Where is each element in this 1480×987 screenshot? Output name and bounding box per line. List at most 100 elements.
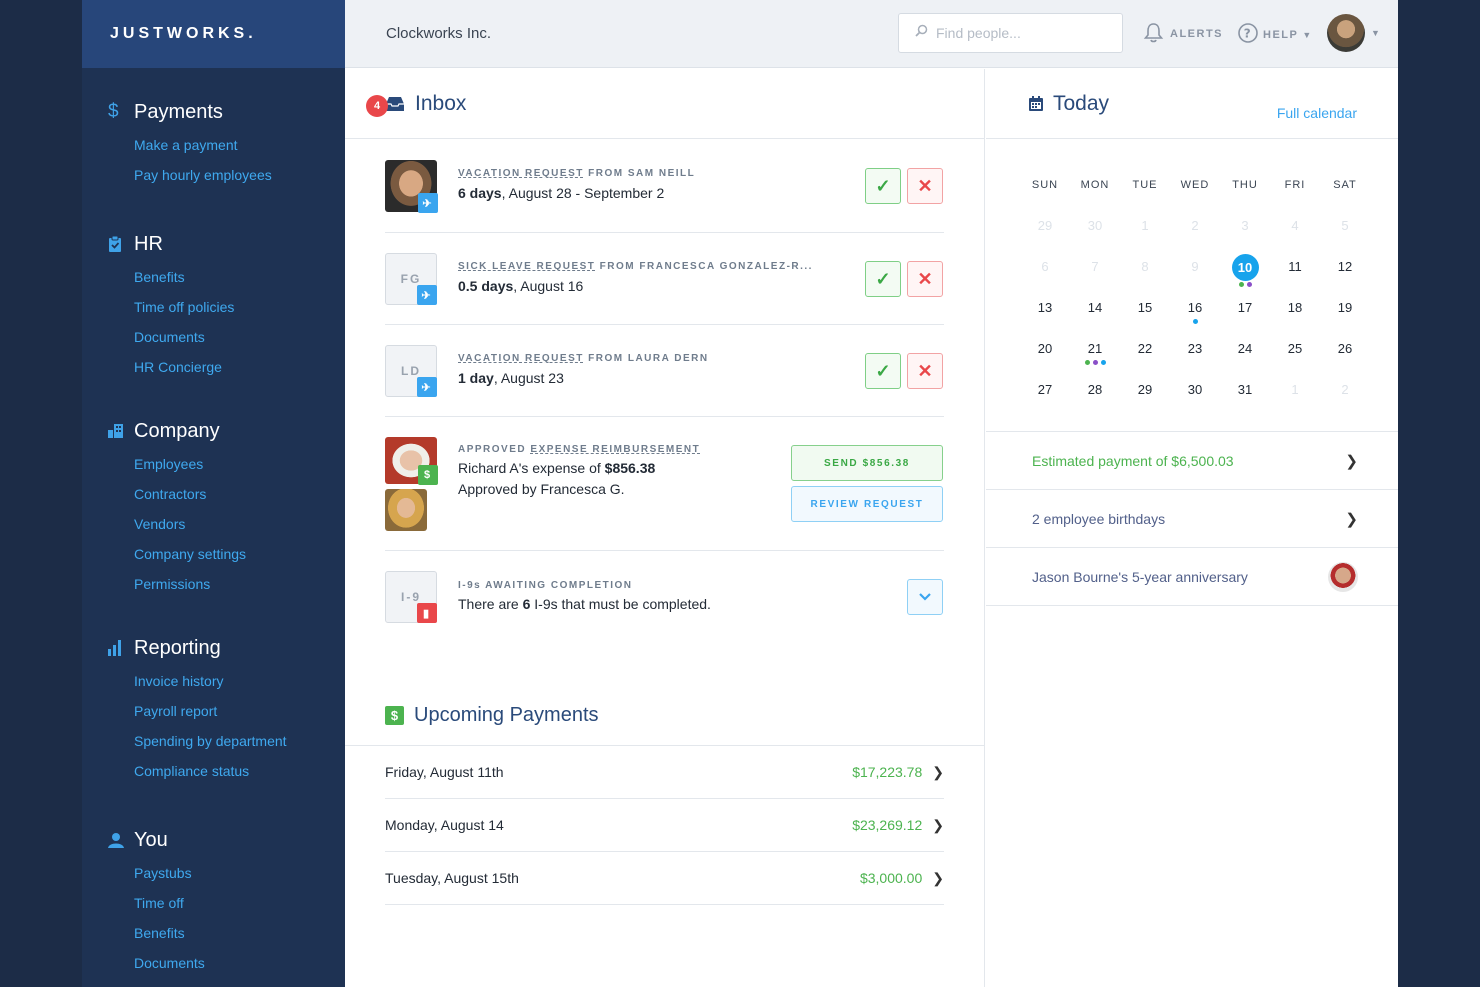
sidebar-item-compliance-status[interactable]: Compliance status [134, 756, 345, 786]
calendar-day[interactable]: 11 [1270, 255, 1320, 296]
calendar-day[interactable]: 20 [1020, 337, 1070, 378]
sidebar-item-company-settings[interactable]: Company settings [134, 539, 345, 569]
calendar-day[interactable]: 27 [1020, 378, 1070, 419]
search-input[interactable] [936, 25, 1106, 41]
calendar-day[interactable]: 2 [1170, 214, 1220, 255]
justworks-logo[interactable]: JUSTWORKS. [82, 0, 345, 68]
calendar-day[interactable]: 8 [1120, 255, 1170, 296]
inbox-item-vacation-request[interactable]: LD ✈ VACATION REQUEST FROM LAURA DERN 1 … [385, 325, 944, 417]
approve-button[interactable]: ✓ [865, 261, 901, 297]
inbox-item-vacation-request[interactable]: ✈ VACATION REQUEST FROM SAM NEILL 6 days… [385, 140, 944, 233]
alerts-button[interactable]: ALERTS [1143, 22, 1223, 46]
calendar-day[interactable]: 24 [1220, 337, 1270, 378]
request-title[interactable]: VACATION REQUEST FROM SAM NEILL [458, 168, 695, 179]
calendar-day[interactable]: 31 [1220, 378, 1270, 419]
event-birthdays[interactable]: 2 employee birthdays ❯ [986, 490, 1398, 548]
event-anniversary[interactable]: Jason Bourne's 5-year anniversary [986, 548, 1398, 606]
sidebar-section-header[interactable]: Company [108, 417, 345, 445]
calendar-day[interactable]: 16 [1170, 296, 1220, 337]
calendar-day[interactable]: 21 [1070, 337, 1120, 378]
request-type-link[interactable]: VACATION REQUEST [458, 353, 584, 364]
full-calendar-link[interactable]: Full calendar [1277, 105, 1357, 121]
calendar-day[interactable]: 15 [1120, 296, 1170, 337]
calendar-day[interactable]: 12 [1320, 255, 1370, 296]
sidebar-item-vendors[interactable]: Vendors [134, 509, 345, 539]
sidebar-item-time-off[interactable]: Time off [134, 888, 345, 918]
request-type-link[interactable]: SICK LEAVE REQUEST [458, 261, 595, 272]
expand-button[interactable] [907, 579, 943, 615]
calendar-day[interactable]: 30 [1170, 378, 1220, 419]
sidebar-item-pay-hourly-employees[interactable]: Pay hourly employees [134, 160, 345, 190]
calendar-day[interactable]: 26 [1320, 337, 1370, 378]
sidebar-item-paystubs[interactable]: Paystubs [134, 858, 345, 888]
calendar-day[interactable]: 9 [1170, 255, 1220, 296]
calendar-day[interactable]: 5 [1320, 214, 1370, 255]
sidebar-item-benefits[interactable]: Benefits [134, 918, 345, 948]
request-type-link[interactable]: EXPENSE REIMBURSEMENT [530, 444, 700, 455]
help-button[interactable]: ? HELP ▼ [1237, 22, 1313, 47]
sidebar-item-documents[interactable]: Documents [134, 322, 345, 352]
sidebar-item-spending-by-department[interactable]: Spending by department [134, 726, 345, 756]
request-type-link[interactable]: VACATION REQUEST [458, 168, 584, 179]
avatar: $ [385, 437, 438, 485]
approve-button[interactable]: ✓ [865, 168, 901, 204]
sidebar-section-header[interactable]: HR [108, 230, 345, 258]
calendar-day[interactable]: 1 [1120, 214, 1170, 255]
approve-button[interactable]: ✓ [865, 353, 901, 389]
inbox-item-expense-reimbursement[interactable]: $ APPROVED EXPENSE REIMBURSEMENT Richard… [385, 417, 944, 551]
sidebar-item-employees[interactable]: Employees [134, 449, 345, 479]
sidebar-section-header[interactable]: You [108, 826, 345, 854]
sidebar-item-payroll-report[interactable]: Payroll report [134, 696, 345, 726]
event-estimated-payment[interactable]: Estimated payment of $6,500.03 ❯ [986, 431, 1398, 490]
payment-row[interactable]: Monday, August 14 $23,269.12 ❯ [385, 799, 944, 852]
calendar-day-number: 8 [1141, 259, 1149, 274]
airplane-icon: ✈ [418, 193, 438, 213]
calendar-day[interactable]: 29 [1020, 214, 1070, 255]
review-request-button[interactable]: REVIEW REQUEST [791, 486, 943, 522]
sidebar-item-make-a-payment[interactable]: Make a payment [134, 130, 345, 160]
inbox-item-sick-leave-request[interactable]: FG ✈ SICK LEAVE REQUEST FROM FRANCESCA G… [385, 233, 944, 325]
calendar-day[interactable]: 23 [1170, 337, 1220, 378]
sidebar-item-documents[interactable]: Documents [134, 948, 345, 978]
sidebar-item-benefits[interactable]: Benefits [134, 262, 345, 292]
calendar-day[interactable]: 18 [1270, 296, 1320, 337]
sidebar-item-contractors[interactable]: Contractors [134, 479, 345, 509]
calendar-day[interactable]: 30 [1070, 214, 1120, 255]
deny-button[interactable]: ✕ [907, 261, 943, 297]
payment-row[interactable]: Friday, August 11th $17,223.78 ❯ [385, 746, 944, 799]
calendar-day-today[interactable]: 10 [1220, 254, 1270, 296]
request-title[interactable]: APPROVED EXPENSE REIMBURSEMENT [458, 444, 700, 455]
calendar-weekday: FRI [1284, 179, 1306, 191]
calendar-day[interactable]: 4 [1270, 214, 1320, 255]
payment-row[interactable]: Tuesday, August 15th $3,000.00 ❯ [385, 852, 944, 905]
user-menu[interactable]: ▼ [1327, 14, 1380, 52]
event-dot [1100, 360, 1106, 365]
calendar-day[interactable]: 25 [1270, 337, 1320, 378]
calendar-day[interactable]: 14 [1070, 296, 1120, 337]
sidebar-item-invoice-history[interactable]: Invoice history [134, 666, 345, 696]
calendar-day[interactable]: 3 [1220, 214, 1270, 255]
calendar-day[interactable]: 19 [1320, 296, 1370, 337]
inbox-item-i9-completion[interactable]: I-9 ▮ I-9s AWAITING COMPLETION There are… [385, 551, 944, 649]
sidebar-section-header[interactable]: Reporting [108, 634, 345, 662]
sidebar-item-time-off-policies[interactable]: Time off policies [134, 292, 345, 322]
calendar-day[interactable]: 29 [1120, 378, 1170, 419]
calendar-day[interactable]: 6 [1020, 255, 1070, 296]
sidebar-item-hr-concierge[interactable]: HR Concierge [134, 352, 345, 382]
calendar-day[interactable]: 22 [1120, 337, 1170, 378]
avatar: ✈ [385, 160, 438, 213]
send-payment-button[interactable]: SEND $856.38 [791, 445, 943, 481]
sidebar-item-permissions[interactable]: Permissions [134, 569, 345, 599]
company-name[interactable]: Clockworks Inc. [386, 25, 491, 42]
calendar-day[interactable]: 7 [1070, 255, 1120, 296]
request-title[interactable]: SICK LEAVE REQUEST FROM FRANCESCA GONZAL… [458, 261, 813, 272]
calendar-day[interactable]: 2 [1320, 378, 1370, 419]
calendar-day[interactable]: 17 [1220, 296, 1270, 337]
request-title[interactable]: VACATION REQUEST FROM LAURA DERN [458, 353, 709, 364]
calendar-day[interactable]: 1 [1270, 378, 1320, 419]
calendar-day[interactable]: 13 [1020, 296, 1070, 337]
calendar-day[interactable]: 28 [1070, 378, 1120, 419]
deny-button[interactable]: ✕ [907, 168, 943, 204]
deny-button[interactable]: ✕ [907, 353, 943, 389]
sidebar-section-header[interactable]: $ Payments [108, 98, 345, 126]
